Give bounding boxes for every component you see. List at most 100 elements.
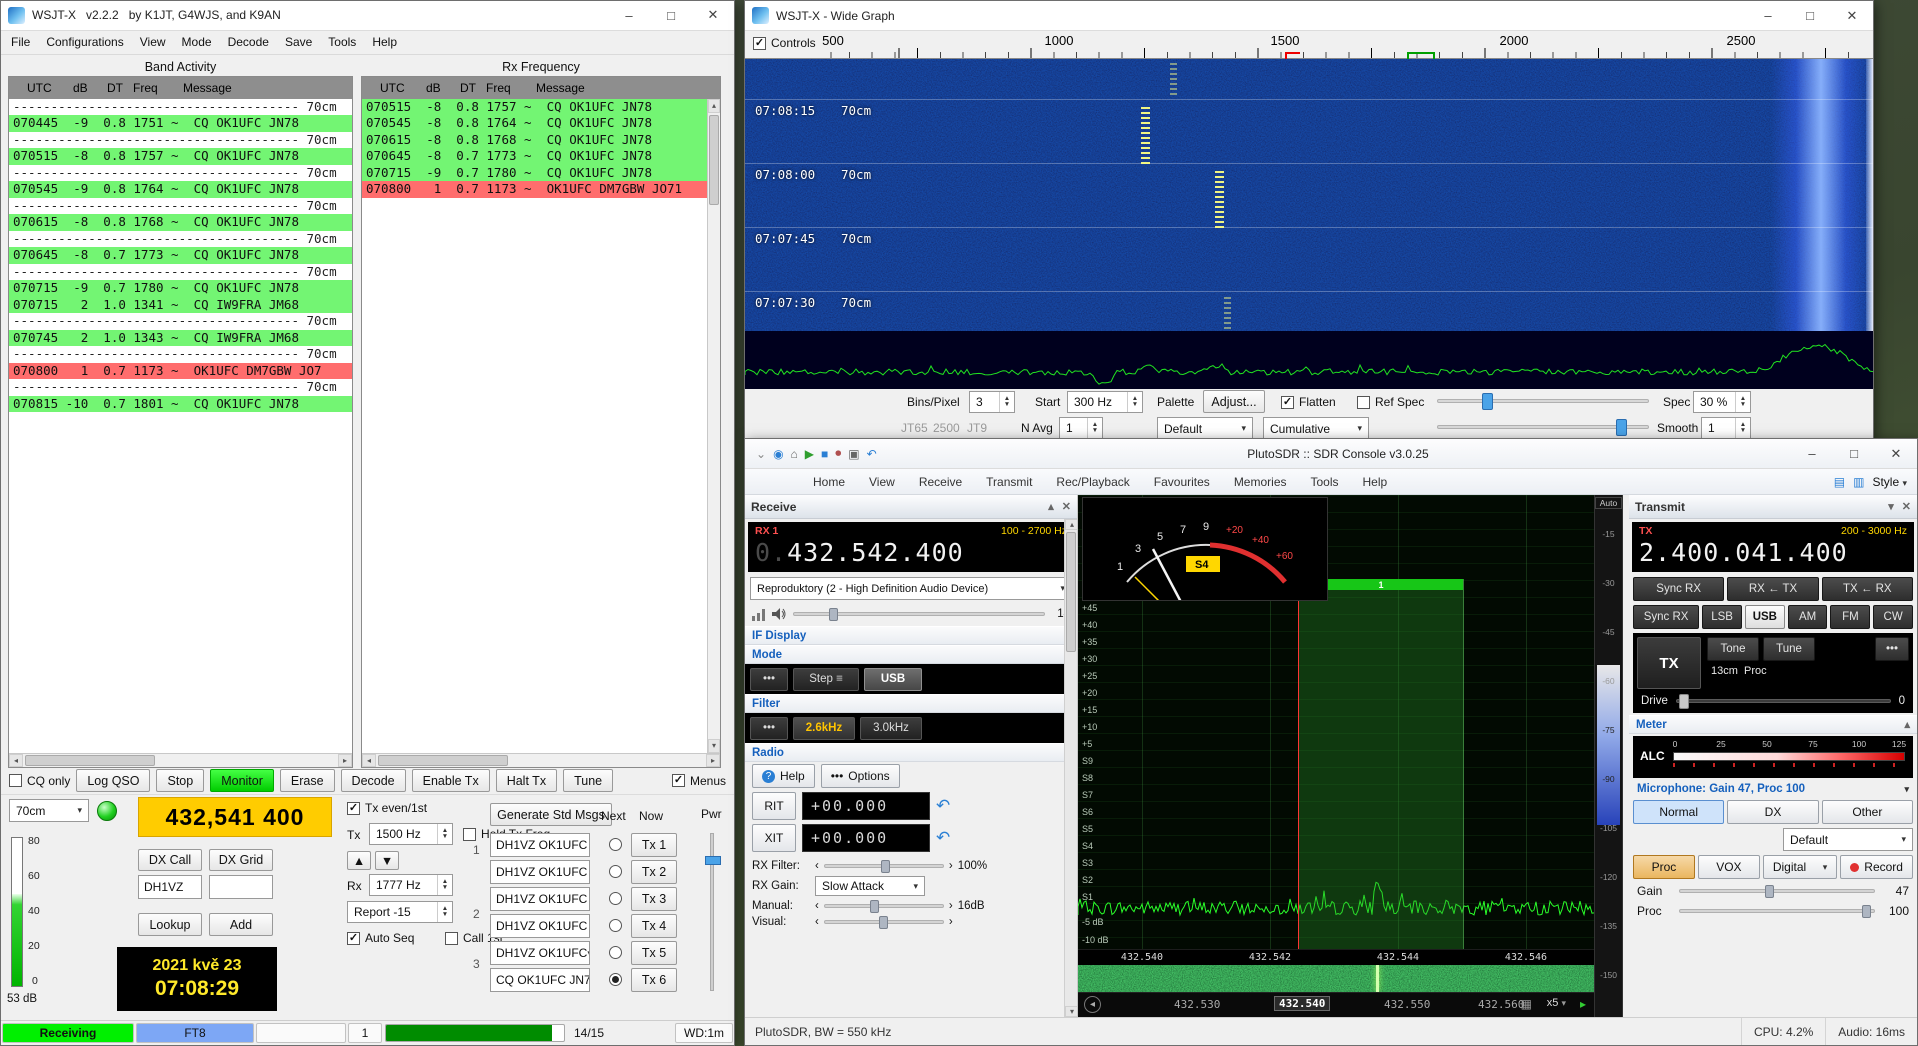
wide-graph-titlebar[interactable]: WSJT-X - Wide Graph – □ ✕ — [745, 1, 1873, 31]
stop-icon[interactable]: ■ — [821, 447, 828, 461]
radio-section[interactable]: Radio▴ — [745, 743, 1077, 762]
cq-only-checkbox[interactable]: CQ only — [9, 774, 70, 788]
rx-frequency-vscrollbar[interactable]: ▴ ▾ — [707, 99, 720, 753]
filter-more-button[interactable]: ••• — [750, 717, 788, 740]
stop-button[interactable]: Stop — [156, 769, 204, 792]
grid-view-icon[interactable]: ▦ — [1521, 997, 1532, 1011]
decode-row[interactable]: -------------------------------------- 7… — [9, 99, 352, 116]
if-display-section[interactable]: IF Display▴ — [745, 626, 1077, 645]
menu-tools[interactable]: Tools — [321, 32, 363, 52]
record-button[interactable]: Record — [1840, 855, 1913, 879]
help-button[interactable]: ?Help — [752, 764, 815, 788]
zoom-level[interactable]: x5 ▾ — [1547, 997, 1566, 1009]
sdr-waterfall[interactable] — [1078, 965, 1594, 992]
options-button[interactable]: •••Options — [821, 764, 900, 788]
collapse-icon[interactable]: ▾ — [1888, 500, 1894, 513]
tune-button[interactable]: Tune — [563, 769, 613, 792]
tx-freq-spinner[interactable]: 1500 Hz▲▼ — [369, 823, 453, 845]
slider-left-icon[interactable]: ‹ — [815, 916, 819, 928]
rx-frequency-value[interactable]: 432.542.400 — [787, 538, 964, 567]
tx-message-1-field[interactable]: DH1VZ OK1UFC JN7 — [490, 833, 590, 857]
receive-panel-header[interactable]: Receive ▴ ✕ — [745, 495, 1077, 519]
decode-row[interactable]: 070715 2 1.0 1341 ~ CQ IW9FRA JM68 — [9, 297, 352, 314]
menu-decode[interactable]: Decode — [221, 32, 276, 52]
report-spinner[interactable]: Report -15▲▼ — [347, 901, 453, 923]
decode-row[interactable]: 070815 -10 0.7 1801 ~ CQ OK1UFC JN78 — [9, 396, 352, 413]
xit-button[interactable]: XIT — [752, 824, 796, 852]
mode-more-button[interactable]: ••• — [750, 668, 788, 691]
nav-frequency[interactable]: 432.560 — [1478, 998, 1524, 1011]
fm-button[interactable]: FM — [1830, 605, 1870, 629]
profile-dx-button[interactable]: DX — [1727, 800, 1818, 824]
collapse-icon[interactable]: ▴ — [1048, 500, 1054, 513]
sdr-titlebar[interactable]: ⌄ ◉ ⌂ ▶ ■ ⏺ ▣ ↶ PlutoSDR :: SDR Console … — [745, 439, 1917, 469]
menu-file[interactable]: File — [4, 32, 37, 52]
sync-rx-button[interactable]: Sync RX — [1633, 577, 1724, 601]
close-icon[interactable]: ✕ — [692, 1, 734, 30]
scroll-left-icon[interactable]: ◂ — [9, 754, 23, 767]
audio-device-combo[interactable]: Reproduktory (2 - High Definition Audio … — [750, 577, 1072, 600]
rx-filter-slider[interactable] — [824, 864, 944, 868]
scroll-down-icon[interactable]: ▾ — [708, 739, 720, 753]
am-button[interactable]: AM — [1788, 605, 1828, 629]
pwr-slider[interactable] — [710, 833, 714, 991]
minimize-icon[interactable]: – — [1791, 439, 1833, 468]
scroll-right-icon[interactable]: ▸ — [706, 754, 720, 767]
adjust-button[interactable]: Adjust... — [1203, 390, 1265, 413]
style-combo[interactable]: Style ▾ — [1872, 475, 1907, 489]
menus-checkbox[interactable]: ✓Menus — [672, 774, 726, 788]
tone-button[interactable]: Tone — [1707, 637, 1759, 661]
tx-even-checkbox[interactable]: ✓Tx even/1st — [347, 801, 427, 815]
decode-row[interactable]: -------------------------------------- 7… — [9, 198, 352, 215]
transmit-panel-header[interactable]: Transmit ▾ ✕ — [1629, 495, 1917, 519]
visual-gain-handle[interactable] — [879, 916, 888, 929]
tab-home[interactable]: Home — [801, 471, 857, 493]
rit-reset-icon[interactable]: ↶ — [936, 796, 950, 816]
decode-row[interactable]: 070715 -9 0.7 1780 ~ CQ OK1UFC JN78 — [362, 165, 720, 182]
decode-row[interactable]: 070445 -9 0.8 1751 ~ CQ OK1UFC JN78 — [9, 115, 352, 132]
halt-tx-button[interactable]: Halt Tx — [496, 769, 557, 792]
menu-view[interactable]: View — [133, 32, 173, 52]
tab-rec-playback[interactable]: Rec/Playback — [1044, 471, 1141, 493]
profile-other-button[interactable]: Other — [1822, 800, 1913, 824]
step-button[interactable]: Step ≡ — [793, 668, 859, 691]
volume-slider[interactable] — [793, 612, 1045, 616]
decode-button[interactable]: Decode — [341, 769, 406, 792]
menu-help[interactable]: Help — [365, 32, 404, 52]
undo-icon[interactable]: ↶ — [867, 447, 877, 461]
maximize-icon[interactable]: □ — [650, 1, 692, 30]
rx-frequency-hscrollbar[interactable]: ◂ ▸ — [362, 753, 720, 767]
auto-seq-checkbox[interactable]: ✓Auto Seq — [347, 931, 414, 945]
decode-row[interactable]: 070515 -8 0.8 1757 ~ CQ OK1UFC JN78 — [9, 148, 352, 165]
tx-button[interactable]: TX — [1637, 637, 1701, 689]
tx2-button[interactable]: Tx 2 — [631, 860, 677, 884]
tx-frequency-marker[interactable] — [1285, 52, 1300, 59]
mic-gain-handle[interactable] — [1765, 885, 1774, 898]
tx-message-3-field[interactable]: DH1VZ OK1UFC R-1 — [490, 887, 590, 911]
waterfall-display[interactable]: 07:08:15 70cm 07:08:00 70cm 07:07:45 70c… — [745, 59, 1873, 331]
profile-normal-button[interactable]: Normal — [1633, 800, 1724, 824]
scroll-left-icon[interactable]: ◂ — [362, 754, 376, 767]
navg-spinner[interactable]: 1▲▼ — [1059, 417, 1103, 439]
nav-frequency-current[interactable]: 432.540 — [1274, 996, 1330, 1011]
vox-button[interactable]: VOX — [1698, 855, 1760, 879]
play-icon[interactable]: ▶ — [805, 447, 814, 461]
tx5-radio[interactable] — [609, 946, 622, 959]
zero-slider-handle[interactable] — [1616, 419, 1627, 436]
smooth-spinner[interactable]: 1▲▼ — [1701, 417, 1751, 439]
camera-icon[interactable]: ▣ — [848, 447, 859, 461]
receive-panel-scrollbar[interactable]: ▴ ▾ — [1064, 519, 1077, 1017]
menu-mode[interactable]: Mode — [175, 32, 219, 52]
flatten-checkbox[interactable]: ✓Flatten — [1281, 395, 1336, 409]
rx-filter-handle[interactable] — [881, 860, 890, 873]
add-button[interactable]: Add — [209, 913, 273, 936]
tab-favourites[interactable]: Favourites — [1142, 471, 1222, 493]
decode-row[interactable]: -------------------------------------- 7… — [9, 313, 352, 330]
tab-help[interactable]: Help — [1351, 471, 1400, 493]
minimize-icon[interactable]: – — [608, 1, 650, 30]
bins-spinner[interactable]: 3▲▼ — [969, 391, 1015, 413]
filter-26-button[interactable]: 2.6kHz — [793, 717, 855, 740]
minimize-icon[interactable]: – — [1747, 1, 1789, 30]
palette-combo[interactable]: Default▾ — [1157, 417, 1253, 440]
digital-combo[interactable]: Digital▾ — [1763, 855, 1837, 879]
